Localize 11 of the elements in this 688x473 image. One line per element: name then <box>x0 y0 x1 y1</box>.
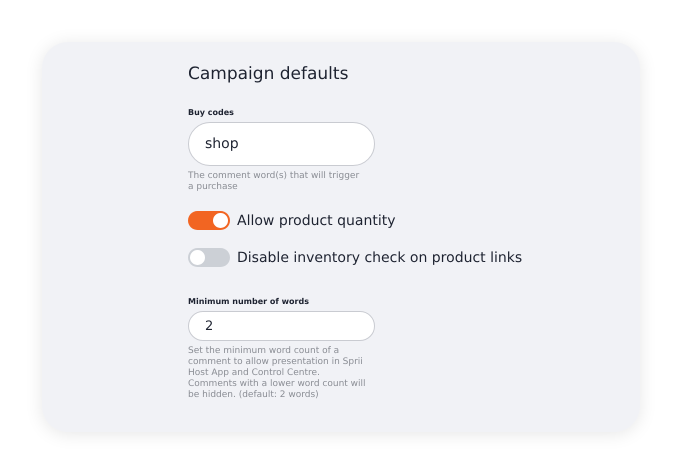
toggle-switch[interactable] <box>188 248 230 267</box>
toggle-label: Disable inventory check on product links <box>237 250 522 266</box>
toggle-switch[interactable] <box>188 211 230 230</box>
field-label: Minimum number of words <box>188 297 310 306</box>
field-label: Buy codes <box>188 108 235 117</box>
help-text: The comment word(s) that will trigger a purchase <box>188 171 360 193</box>
text-field[interactable]: shop <box>188 122 375 166</box>
section-title: Campaign defaults <box>188 64 350 84</box>
toggle-label: Allow product quantity <box>237 212 396 228</box>
help-text: Set the minimum word count of a comment to allow presentation in Sprii Host App and Control Centre. Comments with a lower word count will be hidden. (default: 2 words) <box>188 346 367 401</box>
text-field[interactable]: 2 <box>188 311 375 341</box>
